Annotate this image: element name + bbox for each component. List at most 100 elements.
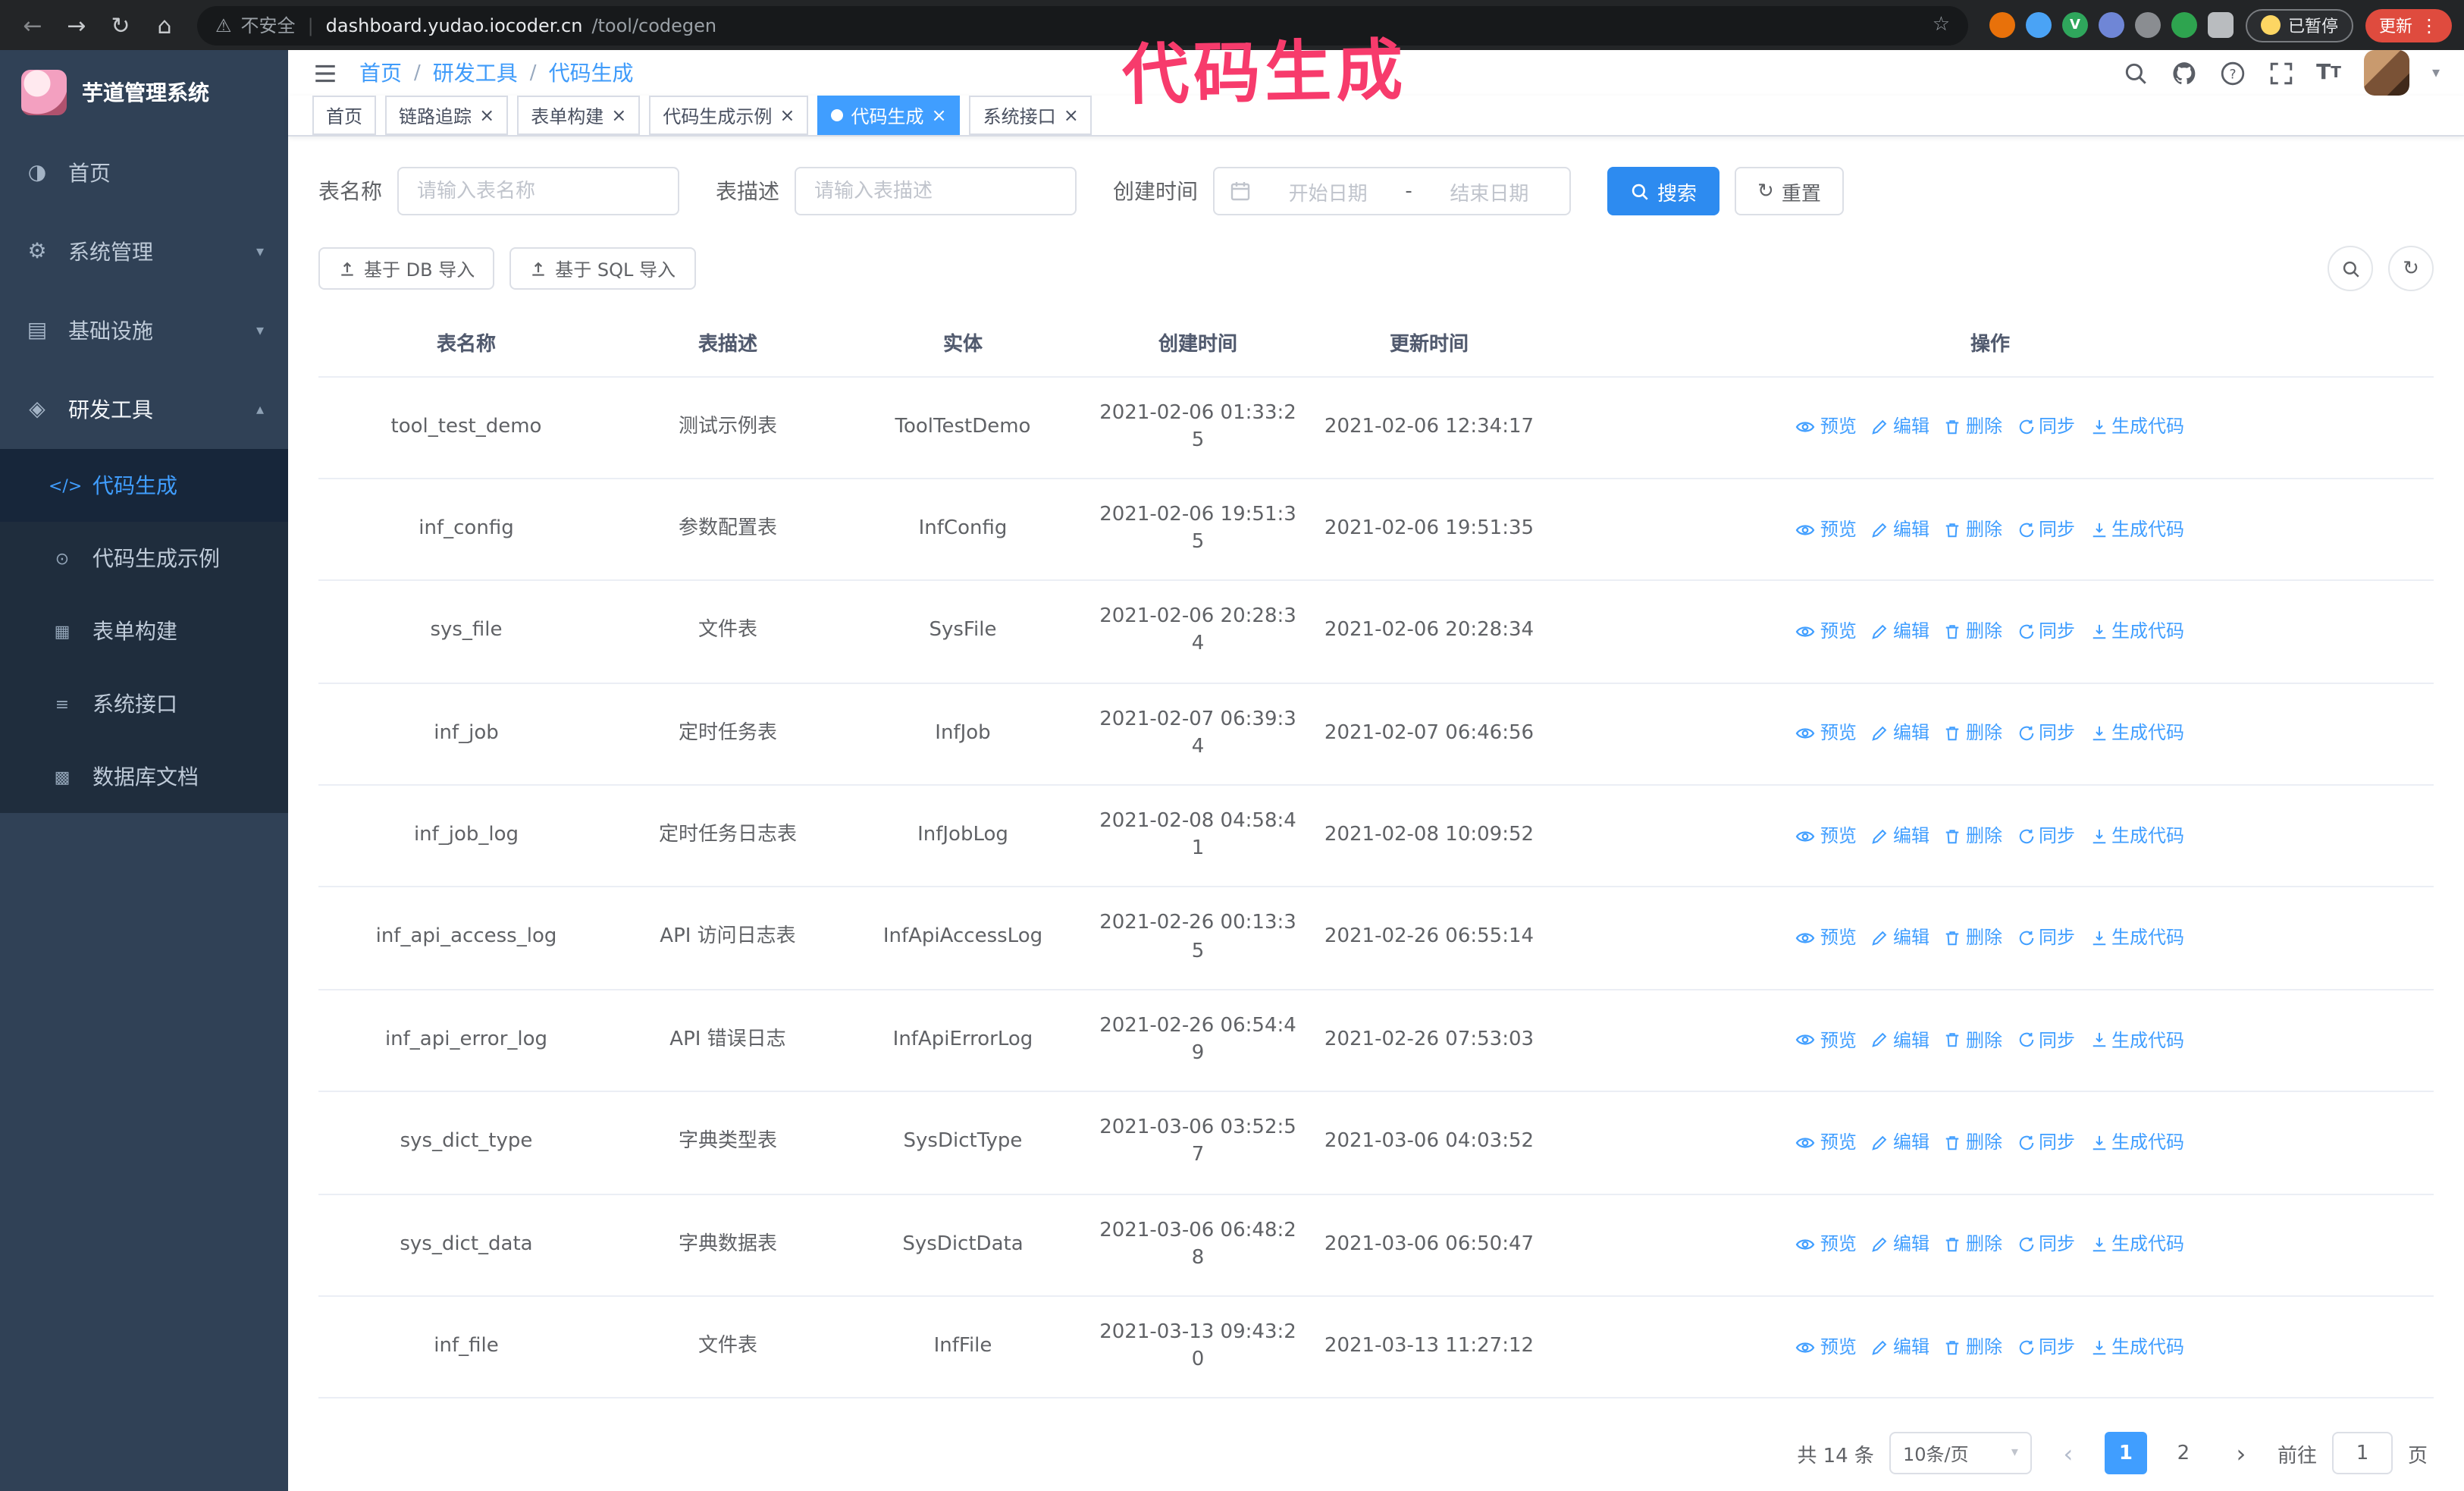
- generate-code-action[interactable]: 生成代码: [2090, 1028, 2184, 1053]
- tab-codegen-demo[interactable]: 代码生成示例 ×: [649, 96, 809, 135]
- preview-action[interactable]: 预览: [1796, 415, 1857, 441]
- page-button-2[interactable]: 2: [2161, 1432, 2205, 1475]
- sync-action[interactable]: 同步: [2017, 1130, 2075, 1156]
- generate-code-action[interactable]: 生成代码: [2090, 1232, 2184, 1258]
- preview-action[interactable]: 预览: [1796, 516, 1857, 542]
- sidebar-item-form-builder[interactable]: ▦ 表单构建: [0, 595, 288, 667]
- goto-page-input[interactable]: [2331, 1432, 2393, 1475]
- delete-action[interactable]: 删除: [1945, 824, 2002, 849]
- github-icon[interactable]: [2171, 60, 2196, 86]
- edit-action[interactable]: 编辑: [1872, 1130, 1930, 1156]
- preview-action[interactable]: 预览: [1796, 1232, 1857, 1258]
- next-page-button[interactable]: ›: [2219, 1432, 2262, 1475]
- sidebar-item-codegen-demo[interactable]: ⊙ 代码生成示例: [0, 522, 288, 595]
- page-button-1[interactable]: 1: [2104, 1432, 2147, 1475]
- generate-code-action[interactable]: 生成代码: [2090, 1334, 2184, 1360]
- tab-system-api[interactable]: 系统接口 ×: [969, 96, 1092, 135]
- search-icon[interactable]: [2122, 60, 2148, 86]
- tab-close-icon[interactable]: ×: [1064, 106, 1079, 124]
- table-name-input[interactable]: [397, 167, 679, 215]
- search-button[interactable]: 搜索: [1607, 167, 1720, 215]
- preview-action[interactable]: 预览: [1796, 619, 1857, 645]
- delete-action[interactable]: 删除: [1945, 619, 2002, 645]
- breadcrumb-dev-tools[interactable]: 研发工具: [433, 58, 518, 88]
- sidebar-collapse-icon[interactable]: [312, 60, 338, 86]
- delete-action[interactable]: 删除: [1945, 925, 2002, 951]
- tab-close-icon[interactable]: ×: [479, 106, 494, 124]
- generate-code-action[interactable]: 生成代码: [2090, 721, 2184, 747]
- tab-close-icon[interactable]: ×: [611, 106, 626, 124]
- tab-form-builder[interactable]: 表单构建 ×: [517, 96, 641, 135]
- extension-gray-icon[interactable]: [2135, 12, 2161, 38]
- help-icon[interactable]: ?: [2219, 60, 2245, 86]
- sidebar-item-system-admin[interactable]: ⚙ 系统管理 ▾: [0, 212, 288, 291]
- sync-action[interactable]: 同步: [2017, 721, 2075, 747]
- sync-action[interactable]: 同步: [2017, 824, 2075, 849]
- sidebar-item-system-api[interactable]: ≡ 系统接口: [0, 667, 288, 740]
- sync-action[interactable]: 同步: [2017, 415, 2075, 441]
- prev-page-button[interactable]: ‹: [2046, 1432, 2089, 1475]
- sidebar-item-db-doc[interactable]: ▩ 数据库文档: [0, 740, 288, 813]
- delete-action[interactable]: 删除: [1945, 1334, 2002, 1360]
- edit-action[interactable]: 编辑: [1872, 415, 1930, 441]
- edit-action[interactable]: 编辑: [1872, 824, 1930, 849]
- edit-action[interactable]: 编辑: [1872, 721, 1930, 747]
- sync-action[interactable]: 同步: [2017, 925, 2075, 951]
- edit-action[interactable]: 编辑: [1872, 1334, 1930, 1360]
- tab-close-icon[interactable]: ×: [779, 106, 795, 124]
- refresh-table-button[interactable]: ↻: [2388, 246, 2434, 291]
- toggle-search-button[interactable]: [2328, 246, 2373, 291]
- generate-code-action[interactable]: 生成代码: [2090, 415, 2184, 441]
- sync-action[interactable]: 同步: [2017, 619, 2075, 645]
- extension-orange-icon[interactable]: [1989, 12, 2015, 38]
- generate-code-action[interactable]: 生成代码: [2090, 824, 2184, 849]
- avatar-caret-down-icon[interactable]: ▾: [2432, 64, 2440, 81]
- generate-code-action[interactable]: 生成代码: [2090, 1130, 2184, 1156]
- browser-back-icon[interactable]: ←: [12, 5, 53, 46]
- preview-action[interactable]: 预览: [1796, 925, 1857, 951]
- sidebar-item-home[interactable]: ◑ 首页: [0, 133, 288, 212]
- tab-home[interactable]: 首页: [312, 96, 377, 135]
- extension-drop-icon[interactable]: [2026, 12, 2052, 38]
- sync-action[interactable]: 同步: [2017, 516, 2075, 542]
- delete-action[interactable]: 删除: [1945, 1232, 2002, 1258]
- sidebar-item-codegen[interactable]: </> 代码生成: [0, 449, 288, 522]
- date-range-picker[interactable]: 开始日期 - 结束日期: [1213, 167, 1571, 215]
- extension-green-check-icon[interactable]: V: [2062, 12, 2088, 38]
- preview-action[interactable]: 预览: [1796, 1028, 1857, 1053]
- import-db-button[interactable]: 基于 DB 导入: [318, 247, 495, 290]
- bookmark-star-icon[interactable]: ☆: [1933, 14, 1950, 36]
- delete-action[interactable]: 删除: [1945, 721, 2002, 747]
- fullscreen-icon[interactable]: [2268, 60, 2293, 86]
- generate-code-action[interactable]: 生成代码: [2090, 925, 2184, 951]
- extension-leaf-icon[interactable]: [2171, 12, 2197, 38]
- address-bar[interactable]: ⚠ 不安全 | dashboard.yudao.iocoder.cn /tool…: [197, 5, 1968, 45]
- delete-action[interactable]: 删除: [1945, 1028, 2002, 1053]
- import-sql-button[interactable]: 基于 SQL 导入: [509, 247, 695, 290]
- tab-codegen[interactable]: 代码生成 ×: [817, 96, 961, 135]
- extensions-puzzle-icon[interactable]: [2208, 12, 2234, 38]
- browser-menu-dots-icon[interactable]: ⋮: [2420, 14, 2438, 36]
- preview-action[interactable]: 预览: [1796, 1130, 1857, 1156]
- browser-forward-icon[interactable]: →: [56, 5, 97, 46]
- sidebar-item-infrastructure[interactable]: ▤ 基础设施 ▾: [0, 291, 288, 370]
- edit-action[interactable]: 编辑: [1872, 1028, 1930, 1053]
- font-size-icon[interactable]: TT: [2316, 61, 2341, 85]
- preview-action[interactable]: 预览: [1796, 721, 1857, 747]
- tab-trace[interactable]: 链路追踪 ×: [385, 96, 509, 135]
- generate-code-action[interactable]: 生成代码: [2090, 516, 2184, 542]
- delete-action[interactable]: 删除: [1945, 516, 2002, 542]
- profile-paused-badge[interactable]: 已暂停: [2246, 8, 2353, 42]
- browser-update-button[interactable]: 更新 ⋮: [2365, 8, 2452, 42]
- preview-action[interactable]: 预览: [1796, 1334, 1857, 1360]
- tab-close-icon[interactable]: ×: [932, 106, 947, 124]
- sidebar-item-dev-tools[interactable]: ◈ 研发工具 ▴: [0, 370, 288, 449]
- browser-reload-icon[interactable]: ↻: [100, 5, 141, 46]
- generate-code-action[interactable]: 生成代码: [2090, 619, 2184, 645]
- edit-action[interactable]: 编辑: [1872, 1232, 1930, 1258]
- table-desc-input[interactable]: [795, 167, 1077, 215]
- reset-button[interactable]: ↻ 重置: [1735, 167, 1844, 215]
- sync-action[interactable]: 同步: [2017, 1334, 2075, 1360]
- edit-action[interactable]: 编辑: [1872, 619, 1930, 645]
- sidebar-logo[interactable]: 芋道管理系统: [0, 50, 288, 133]
